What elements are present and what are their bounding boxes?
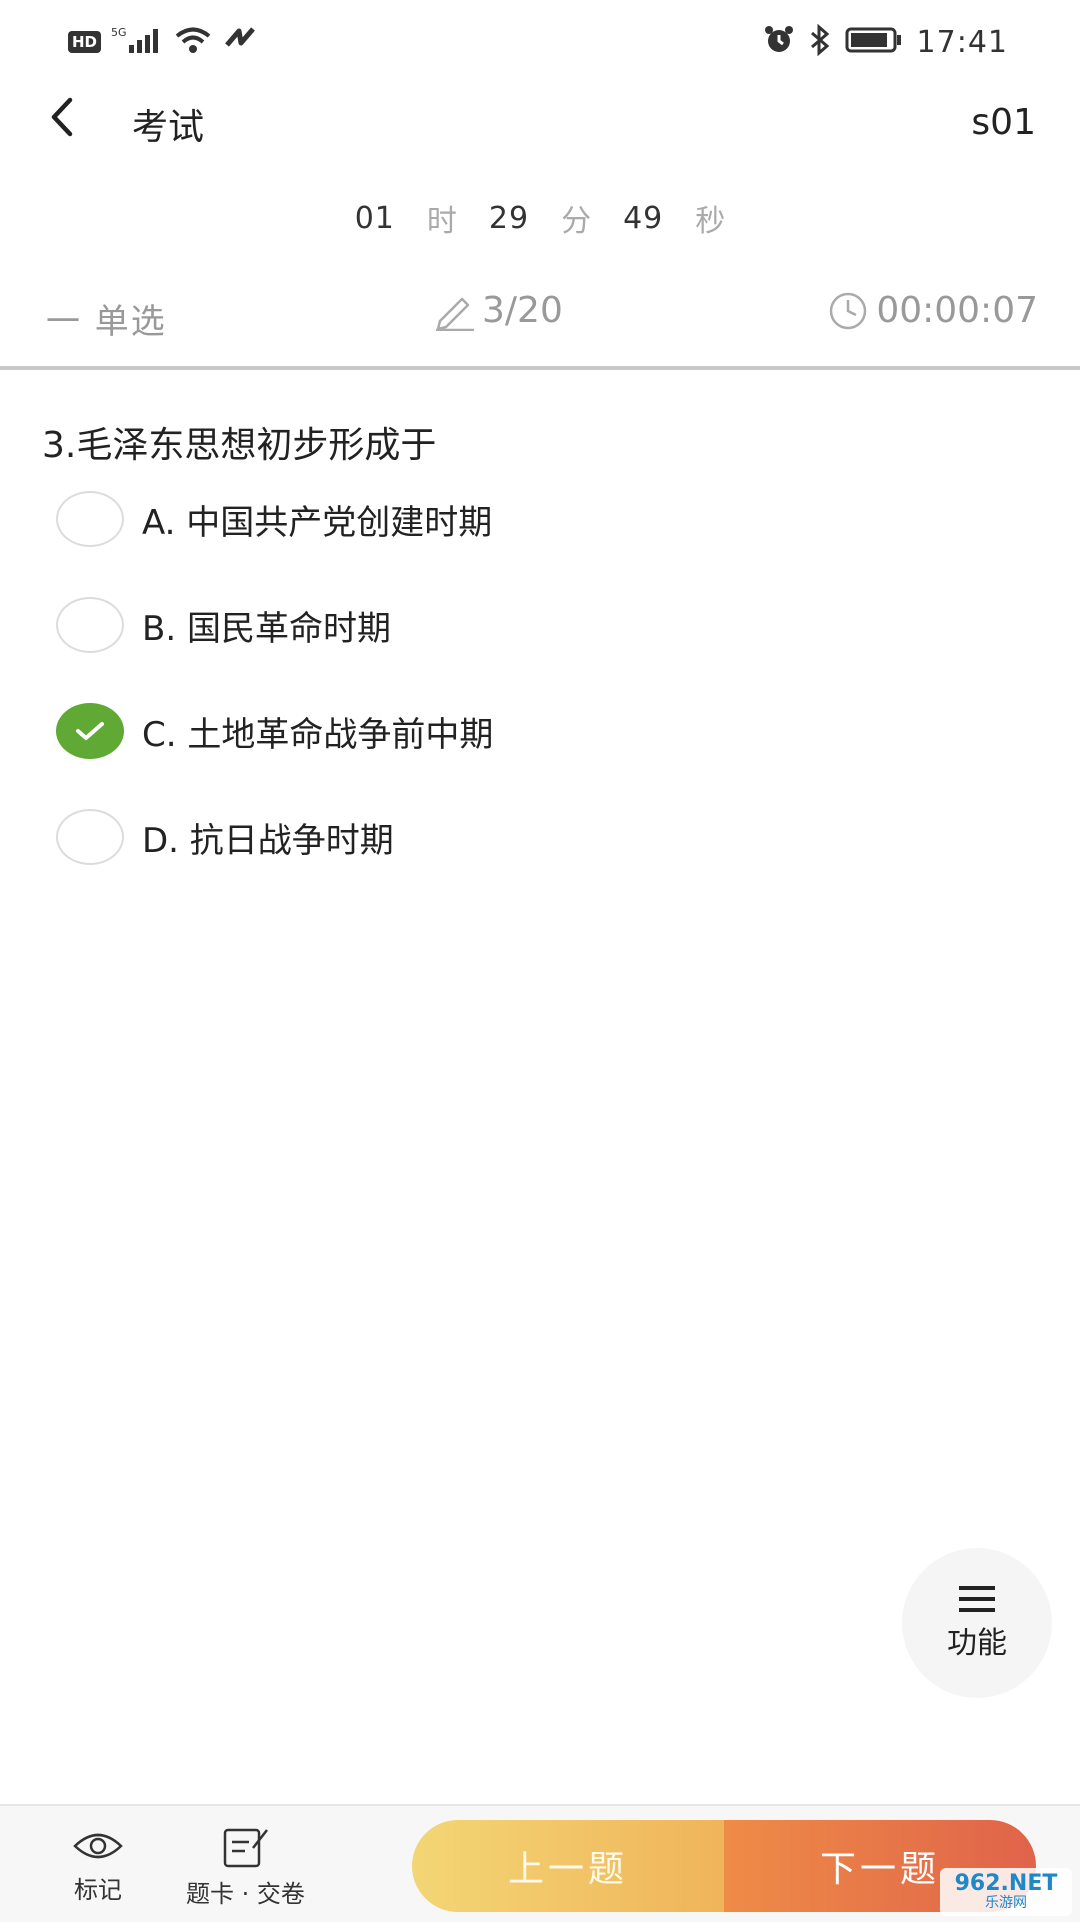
option-c[interactable]: C. 土地革命战争前中期	[56, 695, 493, 767]
alarm-icon	[763, 24, 795, 60]
mark-label: 标记	[74, 1876, 122, 1904]
elapsed-text: 00:00:07	[876, 290, 1038, 331]
battery-icon	[845, 26, 903, 58]
option-label: A. 中国共产党创建时期	[142, 502, 493, 543]
nfc-icon	[223, 25, 257, 59]
question-progress: 3/20	[432, 290, 563, 331]
checkmark-icon	[76, 722, 104, 740]
function-button[interactable]: 功能	[902, 1548, 1052, 1698]
answer-card-button[interactable]: 题卡 · 交卷	[186, 1826, 305, 1909]
radio-checked-icon[interactable]	[56, 703, 124, 759]
option-label: B. 国民革命时期	[142, 608, 391, 649]
option-b[interactable]: B. 国民革命时期	[56, 589, 391, 661]
hd-badge: HD	[68, 31, 102, 53]
radio-unchecked-icon[interactable]	[56, 491, 124, 547]
pencil-icon	[436, 297, 474, 331]
radio-unchecked-icon[interactable]	[56, 597, 124, 653]
signal-icon: 5G	[111, 25, 163, 59]
eye-icon	[73, 1833, 123, 1859]
question-type: 一 单选	[46, 302, 167, 342]
question-text: 3.毛泽东思想初步形成于	[42, 425, 437, 466]
answer-card-label: 题卡 · 交卷	[186, 1880, 305, 1908]
watermark-sub: 乐游网	[985, 1895, 1027, 1911]
bluetooth-icon	[809, 23, 831, 60]
function-label: 功能	[947, 1626, 1007, 1661]
user-code: s01	[971, 102, 1036, 143]
countdown-seconds-unit: 秒	[695, 204, 726, 239]
option-label: D. 抗日战争时期	[142, 820, 394, 861]
watermark-main: 962.NET	[954, 1871, 1058, 1896]
back-button[interactable]	[40, 92, 90, 142]
page-title: 考试	[132, 107, 205, 148]
menu-icon	[959, 1586, 995, 1612]
countdown-minutes: 29	[488, 200, 530, 236]
radio-unchecked-icon[interactable]	[56, 809, 124, 865]
wifi-icon	[173, 25, 213, 59]
header-divider	[0, 366, 1080, 370]
progress-text: 3/20	[482, 290, 563, 331]
countdown-hours: 01	[354, 200, 395, 236]
elapsed-time: 00:00:07	[828, 290, 1038, 331]
countdown-hours-unit: 时	[426, 204, 457, 239]
status-bar-left: HD 5G	[68, 24, 257, 60]
answer-sheet-icon	[224, 1828, 269, 1868]
chevron-left-icon	[51, 97, 73, 137]
option-label: C. 土地革命战争前中期	[142, 714, 494, 755]
countdown-seconds: 49	[623, 200, 664, 236]
clock-icon	[830, 292, 867, 329]
countdown-minutes-unit: 分	[561, 204, 592, 239]
mark-button[interactable]: 标记	[72, 1826, 124, 1905]
status-bar-right: 17:41	[763, 22, 1008, 62]
option-d[interactable]: D. 抗日战争时期	[56, 801, 394, 873]
exam-countdown: 01 时 29 分 49 秒	[0, 196, 1080, 240]
option-a[interactable]: A. 中国共产党创建时期	[56, 483, 492, 555]
svg-text:5G: 5G	[111, 26, 127, 39]
previous-question-button[interactable]: 上一题	[412, 1820, 724, 1912]
status-time: 17:41	[916, 24, 1008, 60]
watermark-logo: 962.NET 乐游网	[940, 1868, 1072, 1916]
